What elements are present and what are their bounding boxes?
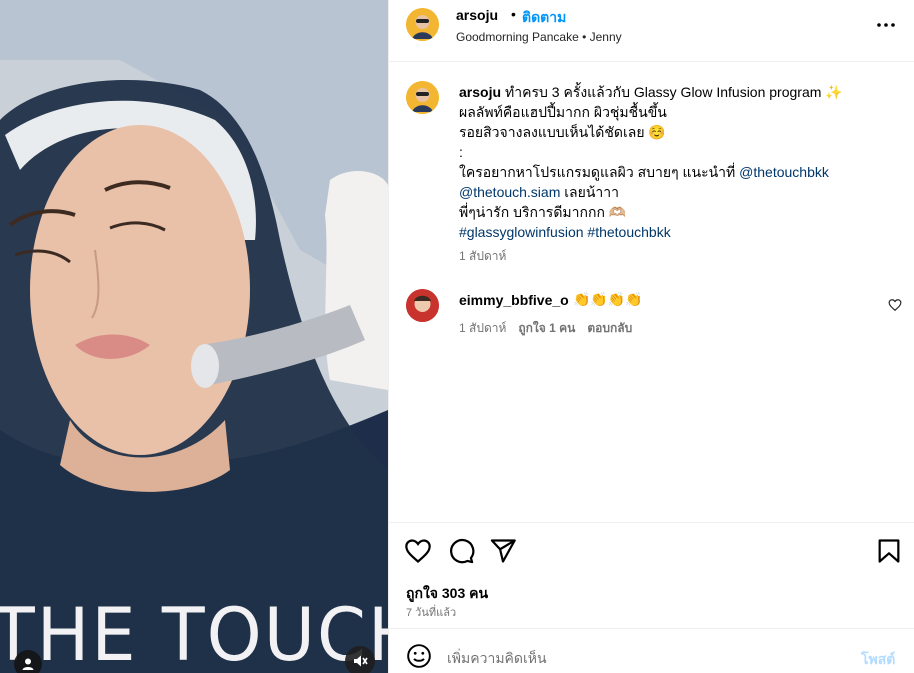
- caption-text: arsoju ทำครบ 3 ครั้งแล้วกับ Glassy Glow I…: [459, 82, 889, 242]
- post-timestamp: 7 วันที่แล้ว: [406, 607, 457, 619]
- mention-link[interactable]: @thetouchbkk: [739, 164, 829, 180]
- comment-input[interactable]: [447, 648, 837, 668]
- avatar[interactable]: [406, 8, 439, 41]
- caption-line: รอยสิวจางลงแบบเห็นได้ชัดเลย ☺️: [459, 124, 666, 140]
- bookmark-icon[interactable]: [875, 537, 903, 565]
- caption-line: :: [459, 144, 463, 160]
- post-comment-button[interactable]: โพสต์: [861, 649, 895, 671]
- comment-text: 👏👏👏👏: [573, 291, 643, 307]
- user-icon[interactable]: [14, 650, 42, 673]
- audio-track[interactable]: Goodmorning Pancake • Jenny: [456, 30, 622, 44]
- caption-username[interactable]: arsoju: [459, 84, 501, 100]
- post-media[interactable]: THE TOUCH: [0, 0, 388, 673]
- emoji-icon[interactable]: [406, 643, 432, 669]
- comment-meta: 1 สัปดาห์ ถูกใจ 1 คน ตอบกลับ: [459, 319, 632, 338]
- heart-icon[interactable]: [404, 537, 432, 565]
- caption-timestamp: 1 สัปดาห์: [459, 249, 507, 263]
- header-username[interactable]: arsoju: [456, 7, 498, 23]
- comment-likes[interactable]: ถูกใจ 1 คน: [518, 319, 575, 338]
- caption-line: ผลลัพท์คือแฮปปี้มากก ผิวชุ่มชื้นขึ้น: [459, 104, 667, 120]
- post-header: arsoju • ติดตาม Goodmorning Pancake • Je…: [389, 0, 914, 62]
- caption-line: ทำครบ 3 ครั้งแล้วกับ Glassy Glow Infusio…: [505, 84, 843, 100]
- mention-link[interactable]: @thetouch.siam: [459, 184, 560, 200]
- post-side-panel: arsoju • ติดตาม Goodmorning Pancake • Je…: [388, 0, 914, 673]
- hashtag-link[interactable]: #glassyglowinfusion: [459, 224, 584, 240]
- share-icon[interactable]: [489, 537, 517, 565]
- post-photo: [0, 0, 388, 673]
- hashtag-link[interactable]: #thetouchbkk: [587, 224, 670, 240]
- caption-line: พี่ๆน่ารัก บริการดีมากกก 🫶🏼: [459, 204, 627, 220]
- like-count[interactable]: ถูกใจ 303 คน: [406, 583, 488, 605]
- speaker-muted-icon[interactable]: [345, 646, 375, 673]
- comment-item: eimmy_bbfive_o 👏👏👏👏 1 สัปดาห์ ถูกใจ 1 คน…: [389, 285, 914, 345]
- separator-dot: •: [511, 6, 516, 22]
- caption-line: ใครอยากหาโปรแกรมดูแลผิว สบายๆ แนะนำที่: [459, 164, 736, 180]
- reply-button[interactable]: ตอบกลับ: [587, 319, 632, 338]
- follow-button[interactable]: ติดตาม: [522, 7, 566, 29]
- more-horizontal-icon[interactable]: [873, 12, 899, 38]
- comment-username[interactable]: eimmy_bbfive_o: [459, 292, 569, 308]
- shirt-print-text: THE TOUCH: [0, 591, 388, 673]
- post-actions: ถูกใจ 303 คน 7 วันที่แล้ว: [389, 522, 914, 628]
- comment-timestamp: 1 สัปดาห์: [459, 321, 507, 335]
- caption-line: เลยน้าาา: [564, 184, 619, 200]
- avatar[interactable]: [406, 289, 439, 322]
- comment-icon[interactable]: [447, 537, 475, 565]
- add-comment-bar: โพสต์: [389, 628, 914, 673]
- heart-outline-icon[interactable]: [888, 298, 902, 312]
- avatar[interactable]: [406, 81, 439, 114]
